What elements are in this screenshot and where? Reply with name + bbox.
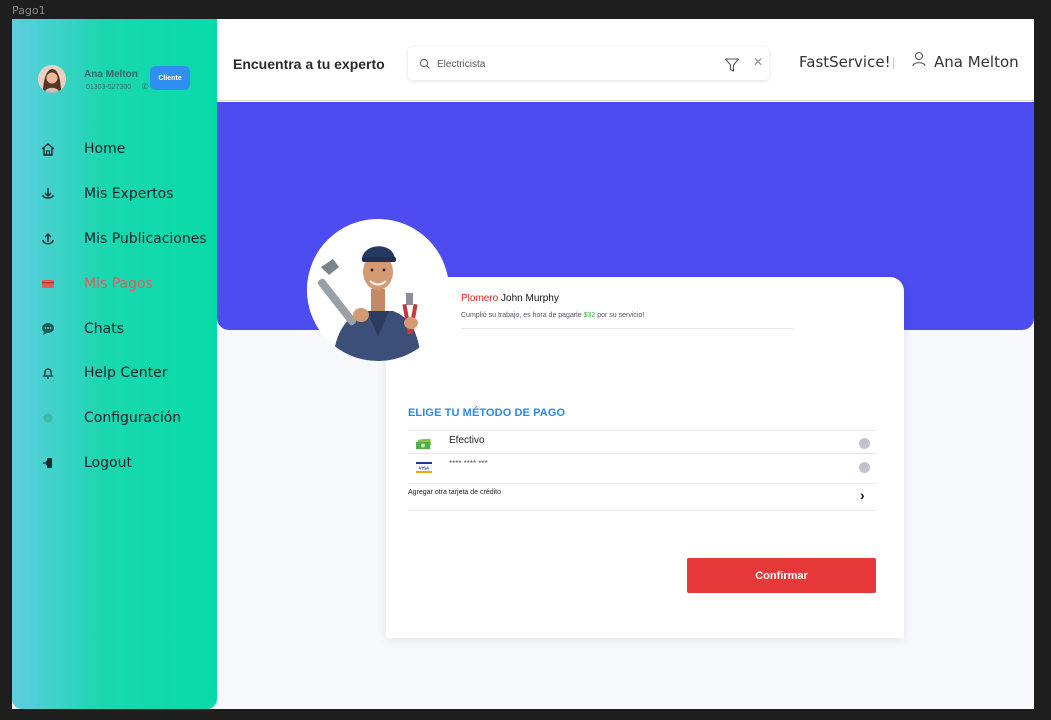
radio-cash[interactable] (859, 438, 870, 449)
avatar[interactable] (38, 65, 66, 93)
user-icon[interactable] (912, 51, 928, 69)
sidebar: Ana Melton 01303-527300 ✆ Cliente Home M… (12, 19, 217, 709)
sidebar-item-label: Mis Publicaciones (84, 230, 207, 247)
app-frame: Ana Melton 01303-527300 ✆ Cliente Home M… (12, 19, 1034, 709)
page-title: Encuentra a tu experto (233, 56, 385, 72)
sidebar-item-label: Configuración (84, 410, 182, 427)
radio-card[interactable] (859, 462, 870, 473)
gear-icon (40, 410, 56, 426)
top-bar: Encuentra a tu experto ✕ FastService! An… (217, 19, 1034, 101)
header-user-name[interactable]: Ana Melton (934, 53, 1019, 71)
chat-icon (40, 321, 56, 337)
sidebar-item-chats[interactable]: Chats (12, 306, 217, 351)
sidebar-item-mis-publicaciones[interactable]: Mis Publicaciones (12, 217, 217, 262)
sidebar-item-label: Chats (84, 320, 125, 337)
message-text-end: por su servicio! (597, 312, 645, 319)
page-frame-label: Pago1 (12, 4, 46, 17)
logout-icon (40, 455, 56, 471)
sidebar-item-home[interactable]: Home (12, 127, 217, 172)
sidebar-item-label: Home (84, 141, 126, 158)
profile-name: Ana Melton (84, 69, 138, 80)
payment-method-title: ELIGE TU MÉTODO DE PAGO (408, 407, 566, 419)
payment-option-cash[interactable]: Efectivo (408, 430, 876, 453)
home-icon (40, 141, 56, 157)
visa-icon: VISA (415, 460, 433, 478)
sidebar-nav: Home Mis Expertos Mis Publicaciones Mis … (12, 127, 217, 485)
chevron-right-icon: › (860, 487, 865, 503)
filter-icon[interactable] (724, 57, 740, 73)
sidebar-item-label: Logout (84, 454, 132, 471)
add-card-row[interactable]: Agregar otra tarjeta de crédito › (408, 483, 876, 511)
divider (893, 57, 894, 69)
worker-title: Plomero John Murphy (461, 293, 559, 304)
payment-card: Plomero John Murphy Cumplió su trabajo, … (386, 277, 904, 638)
worker-name: John Murphy (501, 293, 559, 304)
sidebar-item-help-center[interactable]: Help Center (12, 351, 217, 396)
card-icon (40, 276, 56, 292)
close-icon[interactable]: ✕ (753, 55, 763, 69)
svg-text:VISA: VISA (419, 466, 430, 471)
download-anchor-icon (40, 186, 56, 202)
sidebar-item-label: Help Center (84, 365, 168, 382)
phone-icon: ✆ (142, 82, 149, 91)
role-badge[interactable]: Cliente (150, 66, 190, 90)
search-box[interactable]: ✕ (408, 47, 769, 80)
payment-option-label: Efectivo (449, 435, 485, 446)
payment-amount: $32 (583, 312, 596, 319)
payment-option-card[interactable]: VISA **** **** *** (408, 453, 876, 483)
confirm-button[interactable]: Confirmar (687, 558, 876, 593)
sidebar-item-label: Mis Expertos (84, 186, 174, 203)
bell-icon (40, 365, 56, 381)
sidebar-item-mis-pagos[interactable]: Mis Pagos (12, 261, 217, 306)
payment-option-label: **** **** *** (449, 459, 488, 468)
search-input[interactable] (437, 56, 707, 72)
divider (461, 328, 793, 329)
worker-photo (307, 219, 449, 361)
sidebar-item-configuracion[interactable]: Configuración (12, 396, 217, 441)
anchor-icon (40, 231, 56, 247)
sidebar-item-logout[interactable]: Logout (12, 441, 217, 486)
sidebar-item-label: Mis Pagos (84, 275, 153, 292)
brand-name[interactable]: FastService! (799, 53, 891, 71)
search-icon (419, 57, 431, 69)
profile-phone: 01303-527300 (86, 84, 132, 91)
sidebar-item-mis-expertos[interactable]: Mis Expertos (12, 172, 217, 217)
profile-block: Ana Melton 01303-527300 ✆ Cliente (38, 65, 208, 99)
worker-profession: Plomero (461, 293, 499, 304)
message-text: Cumplió su trabajo, es hora de pagarle (461, 312, 582, 319)
worker-message: Cumplió su trabajo, es hora de pagarle $… (461, 312, 644, 319)
add-card-label: Agregar otra tarjeta de crédito (408, 489, 501, 496)
